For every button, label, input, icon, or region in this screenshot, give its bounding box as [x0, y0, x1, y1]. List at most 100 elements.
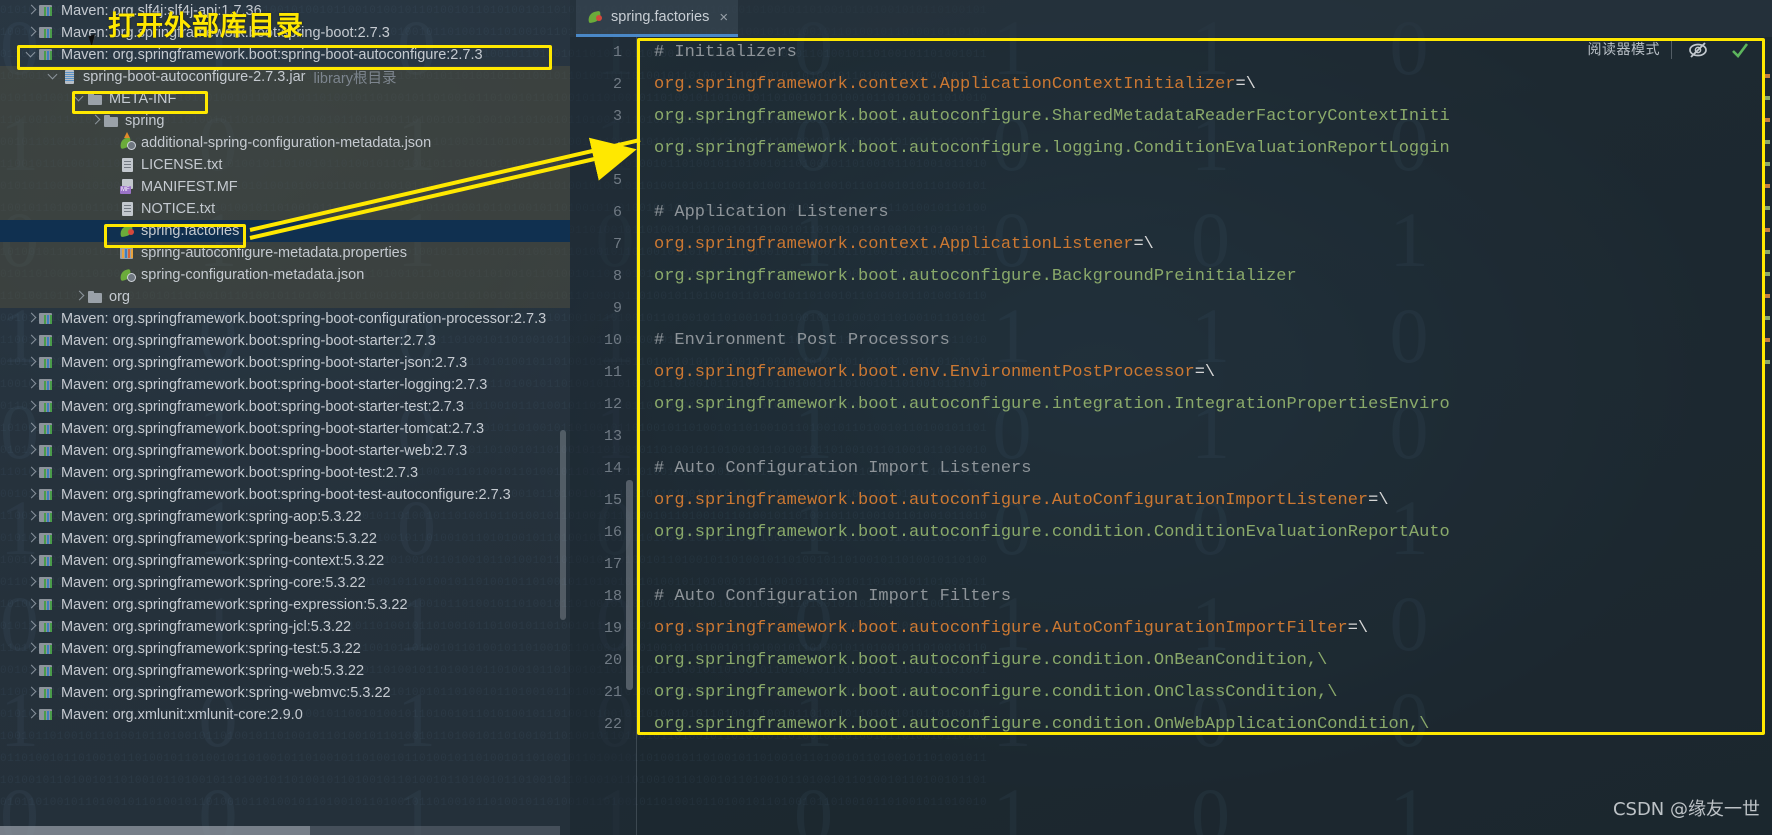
tree-row[interactable]: Maven: org.springframework.boot:spring-b… [0, 374, 570, 396]
chevron-right-icon[interactable] [24, 311, 39, 327]
maven-library-icon [39, 399, 56, 415]
code-line[interactable]: org.springframework.boot.autoconfigure.A… [636, 613, 1772, 645]
tree-row[interactable]: NOTICE.txt [0, 198, 570, 220]
code-line[interactable]: # Environment Post Processors [636, 325, 1772, 357]
tree-row[interactable]: Maven: org.springframework.boot:spring-b… [0, 308, 570, 330]
code-content[interactable]: # Initializers org.springframework.contex… [636, 37, 1772, 835]
tree-row[interactable]: Maven: org.springframework:spring-core:5… [0, 572, 570, 594]
tree-row[interactable]: Maven: org.xmlunit:xmlunit-core:2.9.0 [0, 704, 570, 726]
chevron-right-icon[interactable] [24, 509, 39, 525]
tree-row[interactable]: Maven: org.springframework:spring-test:5… [0, 638, 570, 660]
tree-row[interactable]: spring-configuration-metadata.json [0, 264, 570, 286]
chevron-right-icon[interactable] [24, 553, 39, 569]
chevron-right-icon[interactable] [24, 377, 39, 393]
code-line[interactable]: org.springframework.boot.env.Environment… [636, 357, 1772, 389]
tree-row[interactable]: Maven: org.springframework.boot:spring-b… [0, 418, 570, 440]
code-line[interactable]: org.springframework.context.ApplicationC… [636, 69, 1772, 101]
tree-row[interactable]: org [0, 286, 570, 308]
tree-row[interactable]: LICENSE.txt [0, 154, 570, 176]
chevron-right-icon[interactable] [24, 707, 39, 723]
editor-vertical-scrollbar[interactable] [626, 480, 633, 690]
tree-row[interactable]: Maven: org.springframework.boot:spring-b… [0, 352, 570, 374]
code-line[interactable]: org.springframework.boot.autoconfigure.c… [636, 645, 1772, 677]
code-line[interactable]: org.springframework.boot.autoconfigure.i… [636, 389, 1772, 421]
tree-item-label: Maven: org.springframework.boot:spring-b… [61, 377, 488, 393]
chevron-right-icon[interactable] [24, 663, 39, 679]
tree-row[interactable]: Maven: org.springframework:spring-contex… [0, 550, 570, 572]
chevron-down-icon[interactable] [24, 47, 39, 63]
chevron-right-icon[interactable] [88, 113, 103, 129]
tree-row[interactable]: Maven: org.springframework:spring-jcl:5.… [0, 616, 570, 638]
tree-row[interactable]: Maven: org.springframework.boot:spring-b… [0, 22, 570, 44]
tree-row[interactable]: Maven: org.springframework.boot:spring-b… [0, 484, 570, 506]
code-line[interactable]: org.springframework.boot.autoconfigure.c… [636, 709, 1772, 741]
tree-row[interactable]: Maven: org.springframework.boot:spring-b… [0, 396, 570, 418]
tree-row[interactable]: Maven: org.springframework.boot:spring-b… [0, 440, 570, 462]
code-line[interactable]: org.springframework.boot.autoconfigure.S… [636, 101, 1772, 133]
chevron-down-icon[interactable] [46, 69, 61, 85]
tree-row[interactable]: Maven: org.springframework:spring-aop:5.… [0, 506, 570, 528]
tree-row[interactable]: Maven: org.springframework:spring-expres… [0, 594, 570, 616]
code-line[interactable]: # Auto Configuration Import Listeners [636, 453, 1772, 485]
chevron-right-icon[interactable] [24, 399, 39, 415]
chevron-right-icon[interactable] [24, 531, 39, 547]
inspection-ok-icon[interactable] [1730, 40, 1750, 60]
code-line[interactable]: org.springframework.boot.autoconfigure.l… [636, 133, 1772, 165]
code-line[interactable] [636, 549, 1772, 581]
chevron-right-icon[interactable] [24, 421, 39, 437]
project-tree-panel[interactable]: Maven: org.slf4j:slf4j-api:1.7.36 Maven: … [0, 0, 570, 835]
chevron-right-icon[interactable] [24, 25, 39, 41]
code-line[interactable]: org.springframework.boot.autoconfigure.c… [636, 677, 1772, 709]
chevron-right-icon[interactable] [24, 355, 39, 371]
tab-spring-factories[interactable]: spring.factories × [576, 0, 739, 37]
code-line[interactable] [636, 293, 1772, 325]
tree-row[interactable]: Maven: org.springframework:spring-web:5.… [0, 660, 570, 682]
hide-inspections-icon[interactable] [1686, 40, 1710, 60]
chevron-right-icon[interactable] [24, 685, 39, 701]
code-line[interactable]: org.springframework.boot.autoconfigure.B… [636, 261, 1772, 293]
tree-row[interactable]: Maven: org.springframework:spring-beans:… [0, 528, 570, 550]
code-line[interactable]: org.springframework.boot.autoconfigure.A… [636, 485, 1772, 517]
chevron-right-icon[interactable] [72, 289, 87, 305]
maven-library-icon [39, 707, 56, 723]
chevron-right-icon[interactable] [24, 619, 39, 635]
tree-item-label: Maven: org.springframework.boot:spring-b… [61, 311, 547, 327]
code-line[interactable]: org.springframework.boot.autoconfigure.c… [636, 517, 1772, 549]
maven-library-icon [39, 355, 56, 371]
tree-row[interactable]: spring-boot-autoconfigure-2.7.3.jar libra… [0, 66, 570, 88]
chevron-right-icon[interactable] [24, 487, 39, 503]
chevron-down-icon[interactable] [72, 91, 87, 107]
reader-mode-label[interactable]: 阅读器模式 [1588, 39, 1661, 59]
chevron-right-icon[interactable] [24, 3, 39, 19]
code-line[interactable]: org.springframework.context.ApplicationL… [636, 229, 1772, 261]
chevron-right-icon[interactable] [24, 333, 39, 349]
chevron-right-icon[interactable] [24, 641, 39, 657]
tree-row[interactable]: spring.factories [0, 220, 570, 242]
maven-library-icon [39, 25, 56, 41]
tree-row[interactable]: MANIFEST.MF [0, 176, 570, 198]
tree-row[interactable]: Maven: org.slf4j:slf4j-api:1.7.36 [0, 0, 570, 22]
tree-row[interactable]: Maven: org.springframework.boot:spring-b… [0, 330, 570, 352]
text-file-icon [119, 157, 136, 173]
chevron-right-icon[interactable] [24, 575, 39, 591]
code-line[interactable] [636, 165, 1772, 197]
inspection-stripe [1762, 272, 1770, 276]
tree-horizontal-scrollbar[interactable] [0, 826, 560, 835]
chevron-right-icon[interactable] [24, 597, 39, 613]
tree-row[interactable]: spring [0, 110, 570, 132]
tree-row[interactable]: Maven: org.springframework:spring-webmvc… [0, 682, 570, 704]
tree-row[interactable]: META-INF [0, 88, 570, 110]
tree-row[interactable]: spring-autoconfigure-metadata.properties [0, 242, 570, 264]
code-line[interactable]: # Auto Configuration Import Filters [636, 581, 1772, 613]
tree-vertical-scrollbar[interactable] [560, 430, 566, 620]
code-line[interactable] [636, 421, 1772, 453]
chevron-right-icon[interactable] [24, 465, 39, 481]
tree-row[interactable]: Maven: org.springframework.boot:spring-b… [0, 44, 570, 66]
close-icon[interactable]: × [719, 10, 728, 25]
code-line[interactable]: # Application Listeners [636, 197, 1772, 229]
tree-row[interactable]: Maven: org.springframework.boot:spring-b… [0, 462, 570, 484]
tree-row[interactable]: additional-spring-configuration-metadata… [0, 132, 570, 154]
chevron-right-icon[interactable] [24, 443, 39, 459]
